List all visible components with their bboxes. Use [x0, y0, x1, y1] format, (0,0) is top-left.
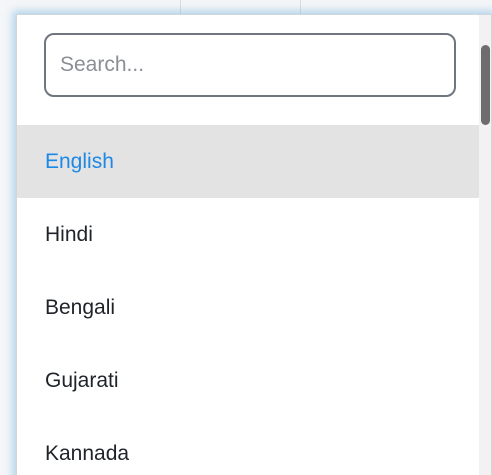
scrollbar-thumb[interactable] [481, 45, 490, 125]
language-options-list: English Hindi Bengali Gujarati Kannada [17, 125, 479, 475]
option-hindi[interactable]: Hindi [17, 198, 479, 271]
search-input[interactable] [46, 35, 454, 95]
option-english[interactable]: English [17, 125, 479, 198]
language-dropdown: English Hindi Bengali Gujarati Kannada [16, 14, 492, 475]
page-background: English Hindi Bengali Gujarati Kannada [0, 0, 492, 475]
search-box[interactable] [44, 33, 456, 97]
scrollbar[interactable] [479, 15, 491, 475]
option-kannada[interactable]: Kannada [17, 417, 479, 475]
option-bengali[interactable]: Bengali [17, 271, 479, 344]
option-gujarati[interactable]: Gujarati [17, 344, 479, 417]
